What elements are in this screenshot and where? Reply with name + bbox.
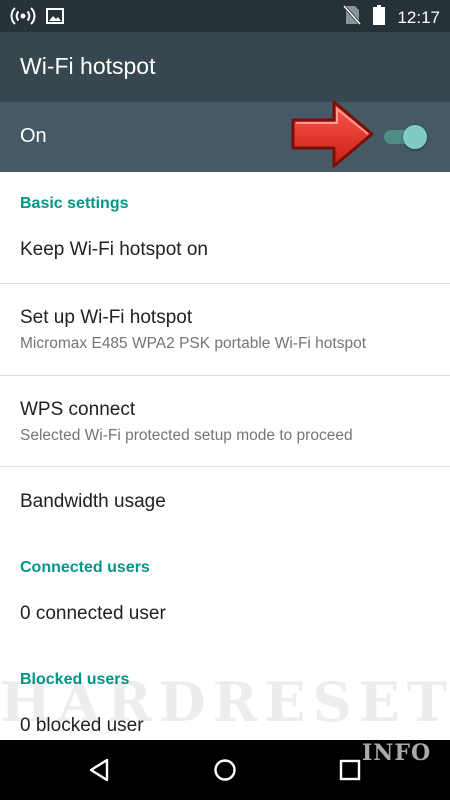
connected-users-item[interactable]: 0 connected user — [0, 582, 450, 644]
status-bar: 12:17 — [0, 0, 450, 32]
recents-icon[interactable] — [335, 755, 365, 785]
keep-hotspot-on-label: Keep Wi-Fi hotspot on — [20, 239, 208, 260]
status-time: 12:17 — [397, 7, 440, 27]
page-title: Wi-Fi hotspot — [20, 53, 156, 79]
wps-connect-label: WPS connect — [20, 399, 136, 420]
toggle-thumb — [403, 125, 427, 149]
back-icon[interactable] — [85, 755, 115, 785]
blocked-users-label: 0 blocked user — [20, 715, 144, 736]
hotspot-toggle[interactable] — [380, 122, 428, 152]
battery-icon — [373, 5, 386, 30]
wps-connect-item[interactable]: WPS connect Selected Wi-Fi protected set… — [0, 376, 450, 466]
watermark-info-logo: INFO — [362, 740, 432, 766]
setup-hotspot-item[interactable]: Set up Wi-Fi hotspot Micromax E485 WPA2 … — [0, 284, 450, 375]
no-sim-icon — [343, 5, 362, 30]
master-switch-label: On — [20, 125, 47, 147]
blocked-users-item[interactable]: 0 blocked user — [0, 694, 450, 740]
red-arrow-icon — [291, 100, 374, 168]
setup-hotspot-summary: Micromax E485 WPA2 PSK portable Wi-Fi ho… — [20, 335, 367, 352]
section-header-blocked-users: Blocked users — [20, 671, 130, 688]
section-header-connected-users: Connected users — [20, 559, 150, 576]
connected-users-label: 0 connected user — [20, 603, 166, 624]
home-icon[interactable] — [210, 755, 240, 785]
section-header-basic-settings: Basic settings — [20, 195, 129, 212]
image-icon — [46, 7, 64, 30]
app-bar: Wi-Fi hotspot — [0, 32, 450, 102]
wps-connect-summary: Selected Wi-Fi protected setup mode to p… — [20, 427, 353, 444]
setup-hotspot-label: Set up Wi-Fi hotspot — [20, 307, 193, 328]
hotspot-icon — [10, 6, 36, 31]
bandwidth-usage-label: Bandwidth usage — [20, 491, 166, 512]
keep-hotspot-on-item[interactable]: Keep Wi-Fi hotspot on — [0, 218, 450, 283]
bandwidth-usage-item[interactable]: Bandwidth usage — [0, 467, 450, 535]
